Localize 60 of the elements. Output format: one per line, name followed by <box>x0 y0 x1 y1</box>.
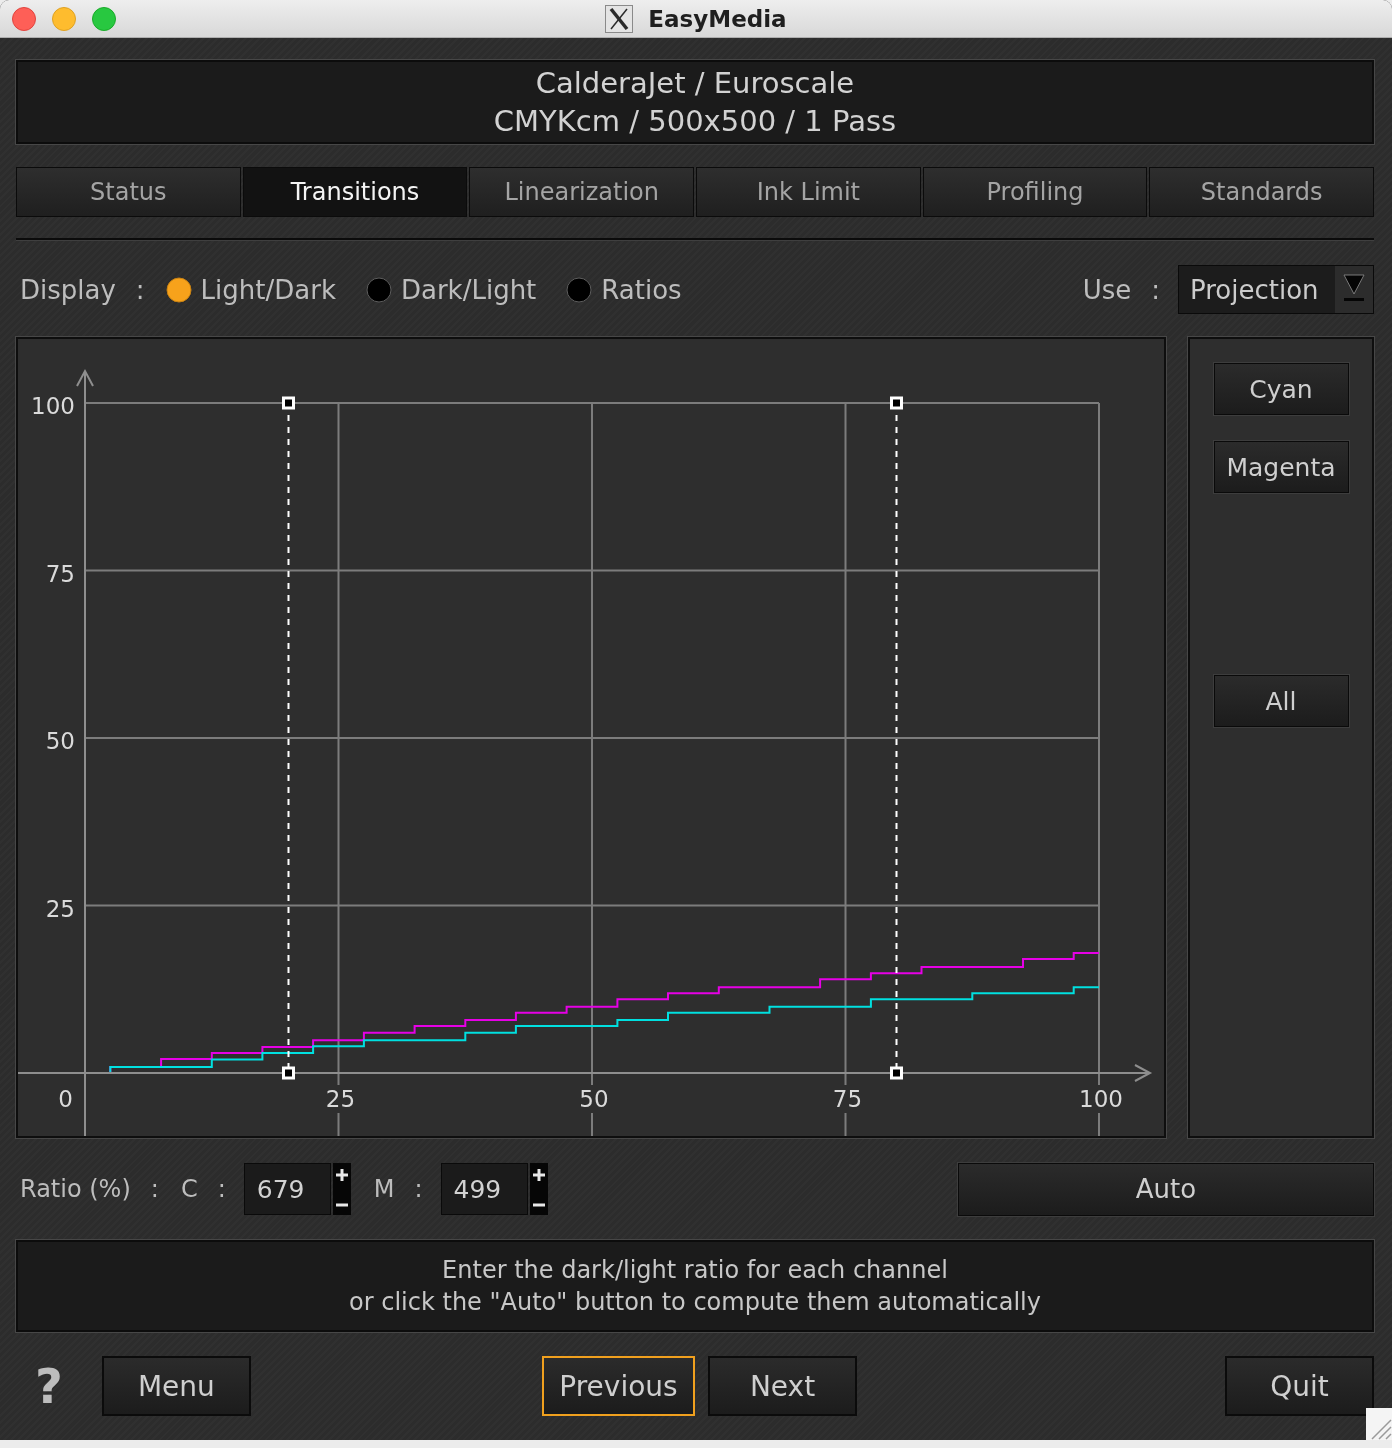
display-label: Display <box>19 274 116 305</box>
channel-label: C <box>180 1175 198 1203</box>
colon-separator: : <box>1151 274 1160 305</box>
marker-handle[interactable] <box>282 396 295 410</box>
ratio-field[interactable]: 499 <box>440 1163 528 1215</box>
next-button[interactable]: Next <box>708 1356 857 1416</box>
tab[interactable]: Profiling <box>922 167 1148 217</box>
spin-control[interactable] <box>332 1163 351 1215</box>
axis-tick-label: 0 <box>58 1086 73 1112</box>
use-label: Use <box>1082 274 1132 305</box>
header-line: CMYKcm / 500x500 / 1 Pass <box>493 103 897 140</box>
tab[interactable]: Linearization <box>469 167 694 217</box>
channel-label: M <box>373 1175 395 1203</box>
plus-icon[interactable] <box>531 1168 546 1182</box>
resize-grip-icon[interactable] <box>1366 1408 1392 1440</box>
spin-control[interactable] <box>529 1163 548 1215</box>
radio-icon[interactable] <box>566 276 593 303</box>
tab[interactable]: Standards <box>1149 167 1375 217</box>
ratio-field[interactable]: 679 <box>243 1163 331 1215</box>
colon-separator: : <box>414 1175 423 1203</box>
crossed-box-icon <box>605 4 634 33</box>
axis-tick-label: 100 <box>1079 1086 1123 1112</box>
radio-button[interactable]: Ratios <box>566 274 682 305</box>
axis-tick-label: 75 <box>832 1086 863 1112</box>
close-icon[interactable] <box>12 6 36 31</box>
radio-icon[interactable] <box>165 276 192 303</box>
use-dropdown[interactable]: Projection <box>1178 265 1374 314</box>
auto-button[interactable]: Auto <box>958 1162 1374 1216</box>
radio-icon[interactable] <box>365 276 392 303</box>
plus-icon[interactable] <box>334 1168 349 1182</box>
axis-tick-label: 25 <box>45 895 75 922</box>
quit-button[interactable]: Quit <box>1225 1356 1374 1416</box>
minus-icon[interactable] <box>531 1203 546 1207</box>
radio-button[interactable]: Dark/Light <box>365 274 537 305</box>
marker-handle[interactable] <box>890 1066 903 1080</box>
tab[interactable]: Ink Limit <box>696 167 921 217</box>
all-button[interactable]: All <box>1213 675 1349 727</box>
window-title: EasyMedia <box>648 5 787 32</box>
axis-tick-label: 100 <box>31 393 75 419</box>
radio-button[interactable]: Light/Dark <box>165 274 336 305</box>
tab[interactable]: Transitions <box>242 167 468 217</box>
axis-tick-label: 75 <box>45 560 75 587</box>
colon-separator: : <box>135 274 145 305</box>
minus-icon[interactable] <box>334 1203 349 1207</box>
colon-separator: : <box>150 1175 159 1203</box>
marker-handle[interactable] <box>890 396 903 410</box>
marker-handle[interactable] <box>282 1066 295 1080</box>
ratio-label: Ratio (%) <box>19 1175 131 1203</box>
colon-separator: : <box>217 1175 226 1203</box>
channel-button[interactable]: Magenta <box>1213 441 1349 493</box>
menu-button[interactable]: Menu <box>101 1356 251 1416</box>
channel-button[interactable]: Cyan <box>1213 363 1349 415</box>
previous-button[interactable]: Previous <box>542 1356 695 1416</box>
hint-text: Enter the dark/light ratio for each channel or click the "Auto" button to compute them automatically <box>349 1255 1041 1318</box>
tab[interactable]: Status <box>16 167 241 217</box>
axis-tick-label: 50 <box>579 1086 609 1112</box>
help-button[interactable]: ? <box>35 1362 63 1410</box>
header-line: CalderaJet / Euroscale <box>535 65 855 102</box>
axis-tick-label: 50 <box>45 728 75 754</box>
axis-tick-label: 25 <box>325 1086 356 1112</box>
